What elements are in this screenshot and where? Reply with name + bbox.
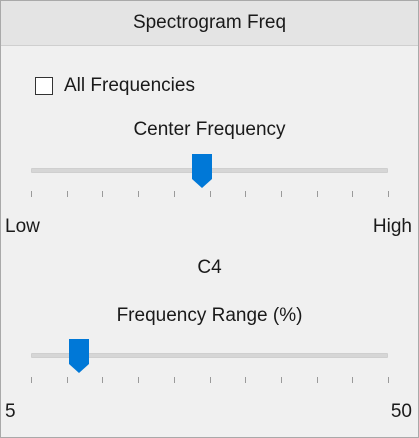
slider-tick: [210, 377, 211, 383]
slider-tick: [245, 377, 246, 383]
frequency-range-max-label: 50: [390, 401, 412, 422]
center-frequency-ticks: [31, 191, 389, 197]
frequency-range-ticks: [31, 377, 389, 383]
slider-tick: [388, 377, 389, 383]
slider-tick: [102, 191, 103, 197]
center-frequency-readout: C4: [197, 257, 222, 278]
slider-tick: [281, 191, 282, 197]
slider-tick: [317, 377, 318, 383]
panel-title: Spectrogram Freq: [132, 12, 287, 33]
center-frequency-thumb[interactable]: [191, 153, 213, 189]
slider-tick: [352, 377, 353, 383]
slider-tick: [102, 377, 103, 383]
slider-tick: [138, 191, 139, 197]
slider-tick: [138, 377, 139, 383]
slider-tick: [67, 377, 68, 383]
all-frequencies-label: All Frequencies: [64, 75, 195, 96]
frequency-range-label: Frequency Range (%): [116, 305, 303, 326]
spectrogram-freq-panel: Spectrogram Freq All Frequencies Center …: [0, 0, 419, 438]
slider-tick: [31, 191, 32, 197]
panel-header: Spectrogram Freq: [1, 1, 418, 46]
slider-tick: [245, 191, 246, 197]
frequency-range-slider[interactable]: [31, 338, 388, 378]
center-frequency-slider[interactable]: [31, 153, 388, 193]
slider-tick: [174, 377, 175, 383]
slider-tick: [352, 191, 353, 197]
center-frequency-label: Center Frequency: [133, 119, 286, 140]
slider-tick: [388, 191, 389, 197]
slider-tick: [210, 191, 211, 197]
center-frequency-min-label: Low: [5, 216, 40, 237]
slider-tick: [317, 191, 318, 197]
center-frequency-max-label: High: [372, 216, 412, 237]
frequency-range-min-label: 5: [5, 401, 16, 422]
all-frequencies-checkbox[interactable]: [35, 77, 53, 95]
all-frequencies-checkbox-row[interactable]: All Frequencies: [35, 72, 195, 100]
slider-tick: [31, 377, 32, 383]
frequency-range-thumb[interactable]: [68, 338, 90, 374]
slider-tick: [67, 191, 68, 197]
slider-tick: [281, 377, 282, 383]
slider-tick: [174, 191, 175, 197]
